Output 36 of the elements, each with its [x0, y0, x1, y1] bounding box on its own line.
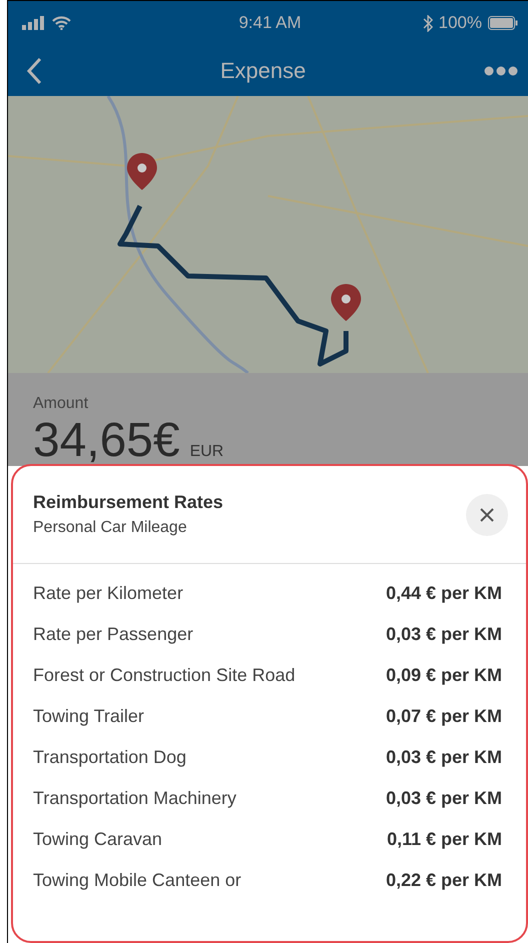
- currency-label: EUR: [190, 443, 224, 461]
- rate-name: Rate per Kilometer: [33, 583, 184, 604]
- rate-name: Transportation Machinery: [33, 788, 236, 809]
- status-time: 9:41 AM: [238, 13, 302, 33]
- rate-name: Forest or Construction Site Road: [33, 665, 296, 686]
- bluetooth-icon: [422, 14, 433, 32]
- amount-label: Amount: [33, 395, 90, 413]
- battery-icon: [488, 16, 518, 30]
- sheet-title: Reimbursement Rates: [33, 492, 224, 513]
- map-pin-icon: [127, 153, 157, 190]
- map-pin-icon: [331, 284, 361, 321]
- more-dots-icon: [484, 66, 518, 76]
- rate-value: 0,03 € per KM: [386, 788, 502, 809]
- battery-percent: 100%: [438, 13, 482, 33]
- rate-name: Rate per Passenger: [33, 624, 194, 645]
- nav-title: Expense: [219, 58, 307, 84]
- wifi-icon: [52, 16, 71, 30]
- rate-value: 0,09 € per KM: [386, 665, 502, 686]
- close-button[interactable]: [466, 494, 508, 536]
- rate-value: 0,11 € per KM: [386, 829, 502, 850]
- more-button[interactable]: [484, 66, 518, 76]
- back-button[interactable]: [26, 56, 42, 84]
- rate-value: 0,44 € per KM: [386, 583, 502, 604]
- rate-value: 0,03 € per KM: [386, 747, 502, 768]
- rate-name: Towing Caravan: [33, 829, 162, 850]
- rate-name: Towing Trailer: [33, 706, 144, 727]
- back-chevron-icon: [26, 56, 42, 84]
- sheet-subtitle: Personal Car Mileage: [33, 519, 188, 537]
- rate-value: 0,22 € per KM: [386, 870, 502, 891]
- rate-name: Towing Mobile Canteen or: [33, 870, 242, 891]
- signal-icon: [22, 16, 46, 30]
- rate-name: Transportation Dog: [33, 747, 186, 768]
- close-icon: [479, 506, 495, 522]
- amount-value: 34,65€: [33, 413, 180, 469]
- rate-value: 0,07 € per KM: [386, 706, 502, 727]
- rate-value: 0,03 € per KM: [386, 624, 502, 645]
